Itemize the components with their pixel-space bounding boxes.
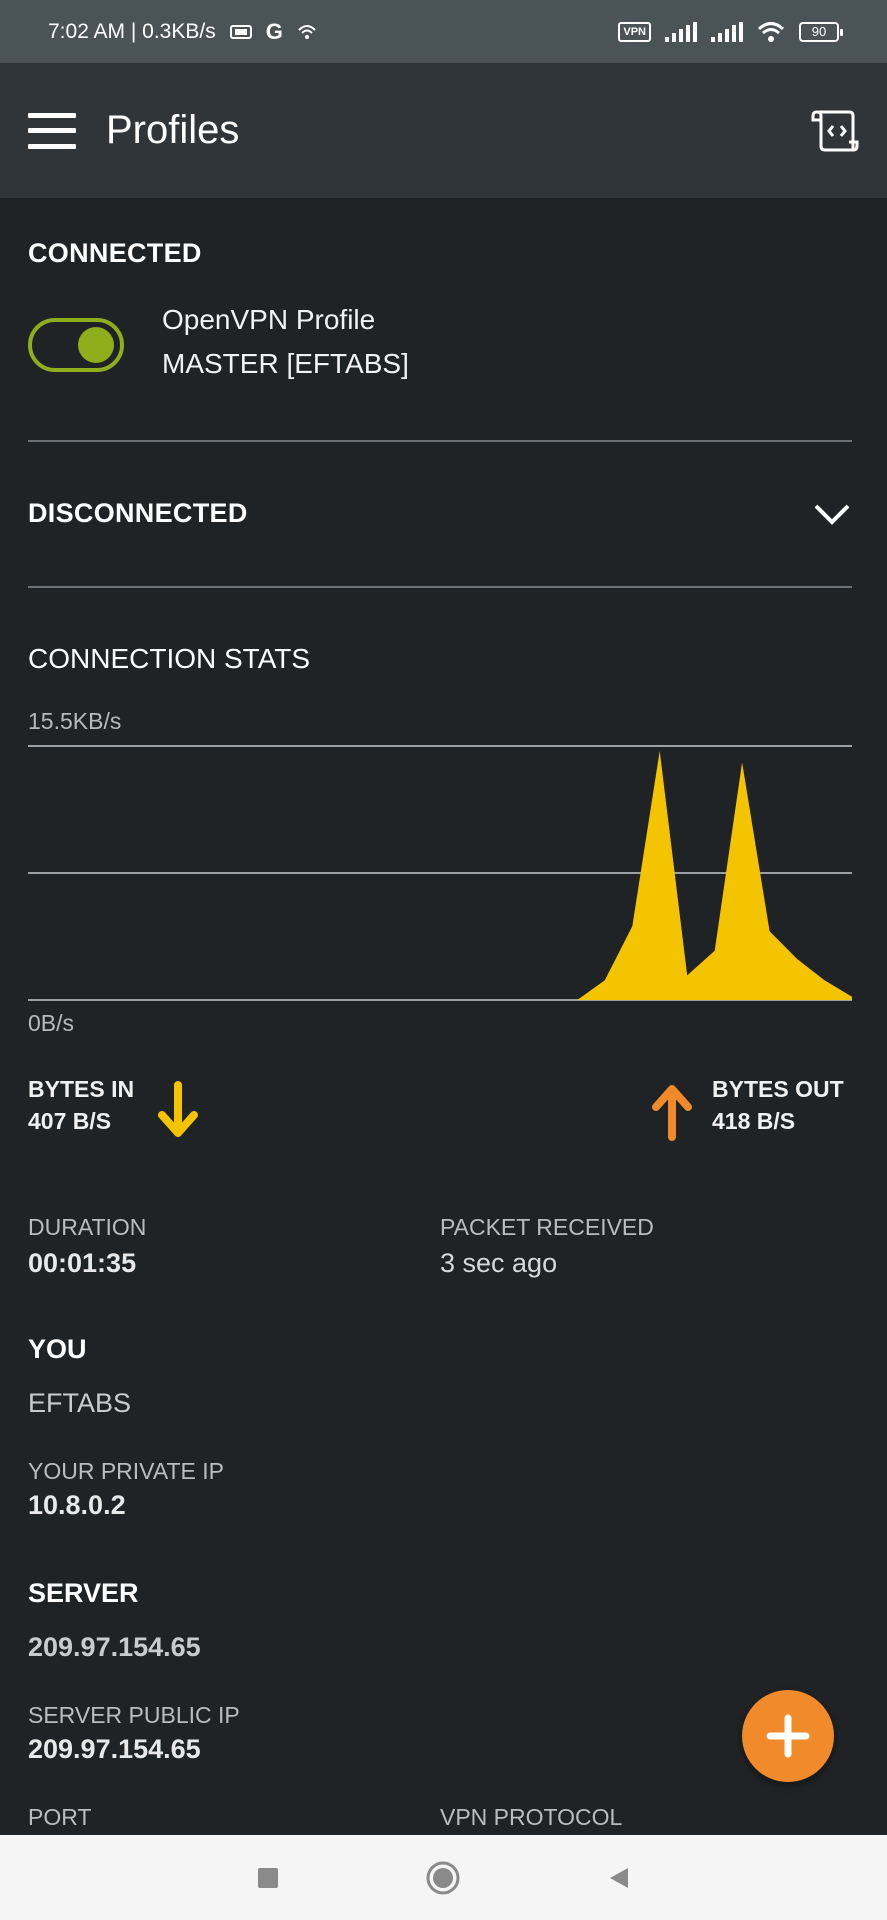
profile-text: OpenVPN Profile MASTER [EFTABS]: [162, 298, 409, 386]
bytes-out-label: BYTES OUT: [712, 1076, 844, 1102]
profile-toggle[interactable]: [28, 318, 124, 372]
add-profile-button[interactable]: [742, 1690, 834, 1782]
private-ip-value: 10.8.0.2: [28, 1490, 126, 1520]
chevron-down-icon[interactable]: [812, 500, 852, 528]
server-public-ip-label: SERVER PUBLIC IP: [28, 1702, 240, 1728]
bytes-out-block: BYTES OUT 418 B/S: [712, 1073, 844, 1137]
arrow-down-icon: [156, 1081, 200, 1141]
page-title: Profiles: [106, 108, 240, 152]
vpn-protocol-label: VPN PROTOCOL: [440, 1804, 623, 1830]
traffic-chart-svg: [28, 745, 852, 1001]
bytes-stats: BYTES IN 407 B/S BYTES OUT 418 B/S: [28, 1073, 852, 1153]
battery-icon: 90: [799, 21, 843, 42]
arrow-up-icon: [650, 1081, 694, 1141]
port-label: PORT: [28, 1804, 92, 1830]
log-file-icon[interactable]: [809, 106, 859, 156]
bytes-in-block: BYTES IN 407 B/S: [28, 1073, 134, 1137]
divider: [28, 440, 852, 442]
home-icon[interactable]: [423, 1858, 463, 1898]
wifi-icon: [757, 21, 785, 43]
traffic-area-series: [28, 750, 852, 1000]
plus-icon: [766, 1714, 810, 1758]
toggle-knob: [78, 327, 114, 363]
bytes-out-value: 418 B/S: [712, 1108, 796, 1134]
divider: [28, 586, 852, 588]
vpn-badge: VPN: [618, 21, 651, 42]
packet-received-value: 3 sec ago: [440, 1248, 558, 1278]
status-right: VPN 90: [618, 21, 843, 43]
profile-name: OpenVPN Profile: [162, 304, 376, 335]
connection-stats-title: CONNECTION STATS: [28, 643, 311, 674]
server-public-ip-value: 209.97.154.65: [28, 1734, 201, 1764]
recent-apps-icon[interactable]: [248, 1858, 288, 1898]
bytes-in-label: BYTES IN: [28, 1076, 135, 1102]
private-ip-label: YOUR PRIVATE IP: [28, 1458, 224, 1484]
wifi-small-icon: [297, 23, 317, 41]
you-section-title: YOU: [28, 1334, 87, 1364]
menu-icon[interactable]: [28, 112, 76, 149]
duration-value: 00:01:35: [28, 1248, 137, 1278]
disconnected-section-title: DISCONNECTED: [28, 498, 248, 528]
connected-section-title: CONNECTED: [28, 238, 202, 268]
connected-profile-row[interactable]: OpenVPN Profile MASTER [EFTABS]: [28, 298, 409, 386]
traffic-chart: 15.5KB/s 0B/s: [28, 708, 852, 1036]
server-section-title: SERVER: [28, 1578, 139, 1608]
system-nav-bar: [0, 1835, 887, 1920]
packet-received-label: PACKET RECEIVED: [440, 1214, 654, 1240]
server-address: 209.97.154.65: [28, 1632, 201, 1662]
status-bar: 7:02 AM | 0.3KB/s G VPN 90: [0, 0, 887, 63]
google-icon: G: [265, 18, 283, 44]
status-left: 7:02 AM | 0.3KB/s G: [48, 19, 317, 45]
disconnected-header[interactable]: DISCONNECTED: [28, 498, 852, 529]
duration-label: DURATION: [28, 1214, 147, 1240]
sim-card-icon: [229, 24, 252, 39]
chart-y-min-label: 0B/s: [28, 1010, 75, 1036]
status-time-speed: 7:02 AM | 0.3KB/s: [48, 19, 216, 43]
you-name: EFTABS: [28, 1388, 132, 1418]
profile-subtitle: MASTER [EFTABS]: [162, 348, 409, 379]
bytes-in-value: 407 B/S: [28, 1108, 112, 1134]
app-bar: Profiles: [0, 63, 887, 198]
back-icon[interactable]: [599, 1858, 639, 1898]
signal-icon-2: [711, 21, 743, 42]
signal-icon: [665, 21, 697, 42]
